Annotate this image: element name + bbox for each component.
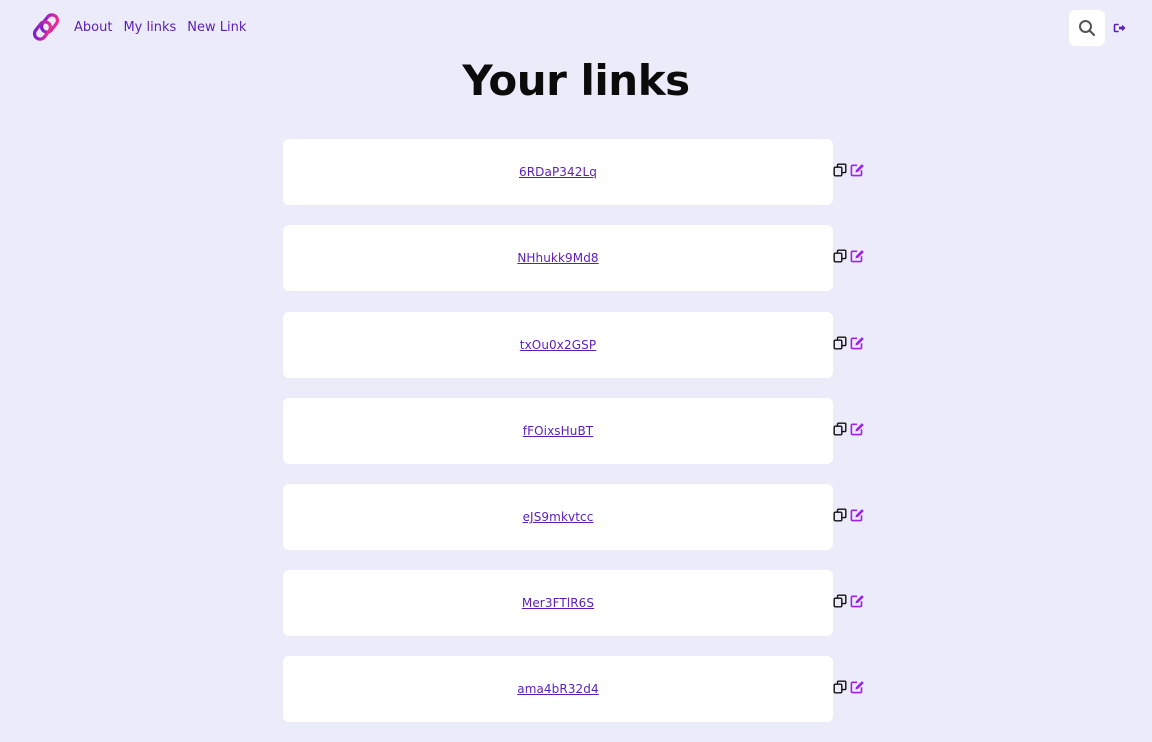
link-actions (833, 249, 865, 263)
copy-icon[interactable] (833, 163, 847, 177)
page-title: Your links (462, 56, 690, 105)
link-actions (833, 336, 865, 350)
copy-icon[interactable] (833, 249, 847, 263)
edit-icon[interactable] (850, 422, 865, 436)
chain-link-logo-icon[interactable] (31, 12, 63, 42)
link-card: ama4bR32d4 (283, 656, 833, 722)
copy-icon[interactable] (833, 508, 847, 522)
link-actions (833, 422, 865, 436)
link-actions (833, 163, 865, 177)
copy-icon[interactable] (833, 336, 847, 350)
links-list: 6RDaP342Lq NHhukk9Md8 txOu0x2GSP fFOixsH… (283, 139, 883, 742)
link-card: Mer3FTlR6S (283, 570, 833, 636)
link-card: 6RDaP342Lq (283, 139, 833, 205)
short-link[interactable]: txOu0x2GSP (520, 338, 596, 352)
edit-icon[interactable] (850, 594, 865, 608)
link-card: fFOixsHuBT (283, 398, 833, 464)
short-link[interactable]: eJS9mkvtcc (523, 510, 594, 524)
link-row: fFOixsHuBT (283, 398, 883, 464)
edit-icon[interactable] (850, 508, 865, 522)
link-card: NHhukk9Md8 (283, 225, 833, 291)
nav-link-about[interactable]: About (74, 19, 112, 37)
link-card: eJS9mkvtcc (283, 484, 833, 550)
link-row: txOu0x2GSP (283, 312, 883, 378)
edit-icon[interactable] (850, 249, 865, 263)
short-link[interactable]: ama4bR32d4 (517, 682, 599, 696)
logout-icon[interactable] (1112, 20, 1128, 36)
link-row: 6RDaP342Lq (283, 139, 883, 205)
link-card: txOu0x2GSP (283, 312, 833, 378)
short-link[interactable]: 6RDaP342Lq (519, 165, 597, 179)
link-actions (833, 680, 865, 694)
link-actions (833, 508, 865, 522)
edit-icon[interactable] (850, 336, 865, 350)
copy-icon[interactable] (833, 594, 847, 608)
short-link[interactable]: NHhukk9Md8 (517, 251, 598, 265)
link-row: eJS9mkvtcc (283, 484, 883, 550)
copy-icon[interactable] (833, 680, 847, 694)
top-navbar: About My links New Link (0, 0, 1152, 56)
link-row: Mer3FTlR6S (283, 570, 883, 636)
short-link[interactable]: fFOixsHuBT (523, 424, 593, 438)
link-row: NHhukk9Md8 (283, 225, 883, 291)
edit-icon[interactable] (850, 163, 865, 177)
nav-link-my-links[interactable]: My links (123, 19, 176, 37)
nav-link-new-link[interactable]: New Link (187, 19, 246, 37)
nav-links: About My links New Link (74, 19, 246, 37)
edit-icon[interactable] (850, 680, 865, 694)
short-link[interactable]: Mer3FTlR6S (522, 596, 594, 610)
link-row: ama4bR32d4 (283, 656, 883, 722)
search-icon (1078, 19, 1096, 37)
search-button[interactable] (1069, 10, 1105, 46)
link-actions (833, 594, 865, 608)
copy-icon[interactable] (833, 422, 847, 436)
